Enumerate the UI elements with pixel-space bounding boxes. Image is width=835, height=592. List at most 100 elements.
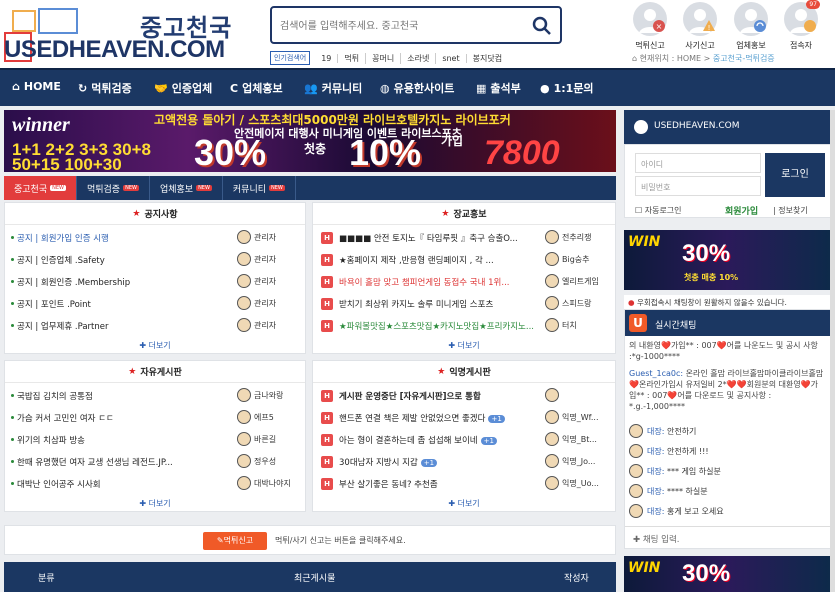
post-title: 공지 | 인증업체 .Safety [17,256,105,266]
nav-inquiry[interactable]: ● 1:1문의 [540,80,594,96]
chat-input-placeholder: 채팅 입력. [642,535,680,545]
list-item[interactable]: H ★홈페이지 제작 ,반응형 랜딩페이지 , 각 ... Big숭추 [313,249,615,271]
chat-text: *** 게임 하실분 [666,467,721,476]
list-item[interactable]: 공지 | 인증업체 .Safety 관리자 [5,249,305,271]
tab-community[interactable]: 커뮤니티 NEW [223,176,296,200]
chat-input[interactable]: ✚ 채팅 입력. [625,526,832,550]
new-badge: NEW [123,185,139,191]
hot-badge: H [321,320,333,332]
list-item[interactable]: 국밥집 김치의 공통점 금나와랑 [5,385,305,407]
bullet [11,394,14,397]
panel-title: ★ 공지사항 [5,203,305,225]
login-button[interactable]: 로그인 [765,153,825,197]
post-author: 엘리트게임 [562,277,599,286]
list-item[interactable]: 대박난 인어공주 시사회 대박나야지 [5,473,305,495]
list-item[interactable]: 공지 | 업무제휴 .Partner 관리자 [5,315,305,337]
banner-big-left: 30% [194,132,267,172]
sidebar-banner[interactable]: WIN 30% 첫충 매충 10% [624,230,831,290]
nav-community[interactable]: 👥 커뮤니티 [304,80,362,96]
list-item[interactable]: 공지 | 포인트 .Point 관리자 [5,293,305,315]
nav-home[interactable]: ⌂ HOME [12,80,61,93]
nav-certified[interactable]: 🤝 인증업체 [154,80,212,96]
login-box: 아이디 비밀번호 로그인 ☐ 자동로그인 회원가입 | 정보찾기 [624,144,831,218]
keyword-link[interactable]: 꽁머니 [366,52,402,64]
panel-title: ★ 익명게시판 [313,361,615,383]
keyword-link[interactable]: 19 [315,53,339,63]
online-count-badge: 97 [806,0,820,9]
warning-text: 우회접속시 채팅창이 원활하지 않을수 있습니다. [636,298,787,307]
list-item[interactable]: 위기의 치삼파 방송 바른길 [5,429,305,451]
site-logo[interactable]: 중고천국 USEDHEAVEN.COM [4,4,254,66]
keyword-link[interactable]: snet [436,53,467,63]
online-button[interactable]: 97 접속자 [779,0,823,51]
live-chat: U 실시간채팅 의 내환영❤️가입** : 007❤️어를 나운도느 및 공시 … [624,309,832,550]
keyword-link[interactable]: 봉지닷컴 [467,53,508,64]
chat-title: 실시간채팅 [655,321,697,331]
nav-label: HOME [23,80,61,93]
free-board-panel: ★ 자유게시판 국밥집 김치의 공통점 금나와랑 가슴 커서 고민인 여자 ㄷㄷ 에프… [4,360,306,512]
top-banner[interactable]: winner 고액전용 돌아기 / 스포츠최대5000만원 라이브호텔카지노 라… [4,110,616,172]
report-button[interactable]: × 먹튀신고 [628,2,672,51]
comment-count: +1 [420,459,438,467]
promo-button[interactable]: 업체홍보 [729,2,773,51]
join-link[interactable]: 회원가입 [725,204,758,217]
list-item[interactable]: H 30대남자 지방시 지갑 +1 익명_Jo... [313,451,615,473]
auto-login-checkbox[interactable]: ☐ 자동로그인 [635,205,682,216]
search-box [270,6,562,44]
list-item[interactable]: H 부산 살기좋은 동네? 추천좀 익명_Uo... [313,473,615,495]
avatar [629,424,643,438]
sidebar-banner-bottom[interactable]: WIN 30% [624,556,831,592]
search-input[interactable] [280,16,520,36]
list-item[interactable]: H 바욕이 홀맘 맞고 챔피언게임 동접수 국내 1위... 엘리트게임 [313,271,615,293]
banner-label-right: 가입 [441,134,464,148]
keyword-link[interactable]: 먹튀 [338,52,367,64]
more-link[interactable]: ✚ 더보기 [313,498,615,509]
tab-usedheaven[interactable]: 중고천국 NEW [4,176,77,200]
list-item[interactable]: H 아는 형이 결혼하는데 좀 섭섭해 보이네 +1 익명_Bt... [313,429,615,451]
nav-useful[interactable]: ◍ 유용한사이트 [380,80,454,96]
post-title: 공지 | 회원가입 인증 시행 [17,234,109,244]
avatar [545,296,559,310]
more-link[interactable]: ✚ 더보기 [313,340,615,351]
fraud-button[interactable]: ! 사기신고 [678,2,722,51]
breadcrumb-current[interactable]: 중고천국-먹튀검증 [713,54,775,63]
list-item[interactable]: 공지 | 회원인증 .Membership 관리자 [5,271,305,293]
list-item[interactable]: H 게시판 운영중단 [자유게시판]으로 통합 [313,385,615,407]
id-field[interactable]: 아이디 [635,153,761,173]
list-item[interactable]: H 받치기 최상위 카지노 솔루 미니게임 스포츠 스피드랑 [313,293,615,315]
report-user-icon: × [633,2,667,36]
post-author: 금나와랑 [254,391,284,400]
list-item[interactable]: 가슴 커서 고민인 여자 ㄷㄷ 에프5 [5,407,305,429]
nav-verify[interactable]: ↻ 먹튀검증 [78,80,132,96]
chat-header: U 실시간채팅 [625,310,832,336]
more-link[interactable]: ✚ 더보기 [5,340,305,351]
tab-label: 먹튀검증 [86,184,121,195]
avatar [629,484,643,498]
list-item[interactable]: H ■■■■ 안전 토지노『 타임루핏 』축구 승출O... 전추리쟁 [313,227,615,249]
notice-panel: ★ 공지사항 공지 | 회원가입 인증 시행 관리자 공지 | 인증업체 .Safe… [4,202,306,354]
board-tabs: 중고천국 NEW 먹튀검증 NEW 업체홍보 NEW 커뮤니티 NEW [4,176,616,200]
password-field[interactable]: 비밀번호 [635,176,761,196]
new-badge: NEW [196,185,212,191]
find-link[interactable]: | 정보찾기 [773,205,808,216]
more-link[interactable]: ✚ 더보기 [5,498,305,509]
search-icon[interactable] [530,14,554,38]
nav-attendance[interactable]: ▦ 출석부 [476,80,521,96]
tab-verify[interactable]: 먹튀검증 NEW [77,176,150,200]
scrollbar[interactable] [830,110,835,592]
list-item[interactable]: 공지 | 회원가입 인증 시행 관리자 [5,227,305,249]
chat-message: 대장: **** 하실분 [647,486,708,497]
list-item[interactable]: H ★파워볼맛집★스포츠맛집★카지노맛집★프리카지노... 터치 [313,315,615,337]
post-title: 부산 살기좋은 동네? 추천좀 [339,480,438,490]
bullet [11,258,14,261]
report-bar: ✎먹튀신고 먹튀/사기 신고는 버튼을 클릭해주세요. [4,525,616,555]
chat-icon: ● [540,81,550,95]
nav-promo[interactable]: C 업체홍보 [230,80,283,96]
report-button[interactable]: ✎먹튀신고 [203,532,267,550]
sidebar-site-header: USEDHEAVEN.COM [624,110,831,144]
list-item[interactable]: H 핸드폰 연결 책은 제발 안없었으면 좋겠다 +1 익명_Wf... [313,407,615,429]
list-item[interactable]: 한때 유명했던 여자 교생 선생님 레전드.JP... 정우성 [5,451,305,473]
tab-promo[interactable]: 업체홍보 NEW [150,176,223,200]
avatar [237,410,251,424]
keyword-link[interactable]: 소라넷 [401,52,437,64]
